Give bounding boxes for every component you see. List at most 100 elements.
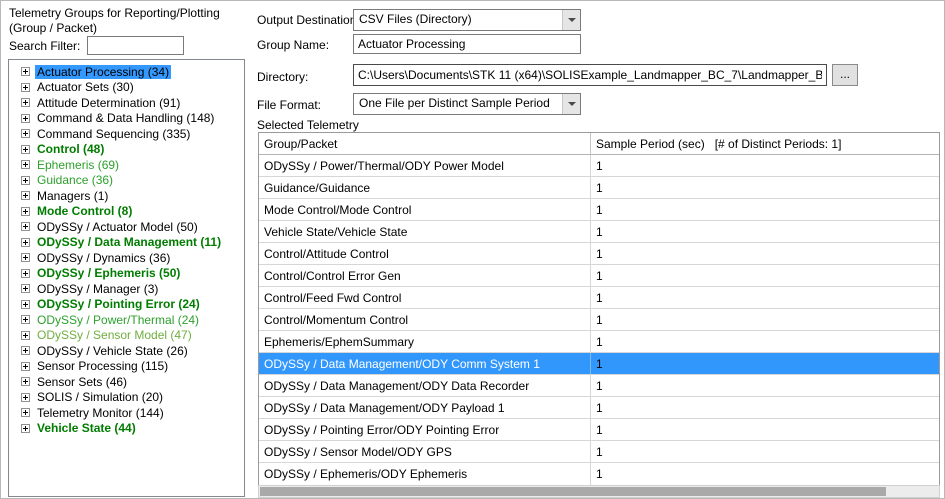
sample-period-cell[interactable]: 1 [591, 265, 939, 286]
tree-item-15[interactable]: ODySSy / Pointing Error (24) [9, 297, 244, 313]
sample-period-cell[interactable]: 1 [591, 309, 939, 330]
search-filter-input[interactable] [87, 36, 184, 55]
telemetry-group-tree[interactable]: Actuator Processing (34) Actuator Sets (… [8, 59, 245, 497]
expand-plus-icon[interactable] [21, 393, 30, 402]
tree-item-3[interactable]: Command & Data Handling (148) [9, 111, 244, 127]
sample-period-cell[interactable]: 1 [591, 331, 939, 352]
expand-plus-icon[interactable] [21, 253, 30, 262]
table-row-3[interactable]: Vehicle State/Vehicle State 1 [259, 221, 939, 243]
group-packet-cell[interactable]: Mode Control/Mode Control [259, 199, 591, 220]
table-row-7[interactable]: Control/Momentum Control 1 [259, 309, 939, 331]
expand-plus-icon[interactable] [21, 300, 30, 309]
group-packet-cell[interactable]: ODySSy / Data Management/ODY Data Record… [259, 375, 591, 396]
group-packet-cell[interactable]: Vehicle State/Vehicle State [259, 221, 591, 242]
expand-plus-icon[interactable] [21, 98, 30, 107]
chevron-down-icon[interactable] [562, 10, 580, 30]
group-packet-cell[interactable]: ODySSy / Data Management/ODY Comm System… [259, 353, 591, 374]
browse-button[interactable]: ... [832, 64, 858, 86]
tree-item-4[interactable]: Command Sequencing (335) [9, 126, 244, 142]
scrollbar-thumb[interactable] [260, 487, 886, 496]
expand-plus-icon[interactable] [21, 315, 30, 324]
tree-item-0[interactable]: Actuator Processing (34) [9, 64, 244, 80]
table-row-9[interactable]: ODySSy / Data Management/ODY Comm System… [259, 353, 939, 375]
sample-period-cell[interactable]: 1 [591, 397, 939, 418]
table-row-5[interactable]: Control/Control Error Gen 1 [259, 265, 939, 287]
tree-item-1[interactable]: Actuator Sets (30) [9, 80, 244, 96]
expand-plus-icon[interactable] [21, 191, 30, 200]
expand-plus-icon[interactable] [21, 331, 30, 340]
sample-period-cell[interactable]: 1 [591, 155, 939, 176]
tree-item-22[interactable]: Telemetry Monitor (144) [9, 405, 244, 421]
sample-period-column-header[interactable]: Sample Period (sec) [# of Distinct Perio… [591, 133, 939, 154]
expand-plus-icon[interactable] [21, 269, 30, 278]
tree-item-23[interactable]: Vehicle State (44) [9, 421, 244, 437]
tree-item-21[interactable]: SOLIS / Simulation (20) [9, 390, 244, 406]
group-packet-cell[interactable]: ODySSy / Sensor Model/ODY GPS [259, 441, 591, 462]
expand-plus-icon[interactable] [21, 377, 30, 386]
expand-plus-icon[interactable] [21, 176, 30, 185]
table-row-13[interactable]: ODySSy / Sensor Model/ODY GPS 1 [259, 441, 939, 463]
table-row-0[interactable]: ODySSy / Power/Thermal/ODY Power Model 1 [259, 155, 939, 177]
tree-item-14[interactable]: ODySSy / Manager (3) [9, 281, 244, 297]
group-packet-cell[interactable]: ODySSy / Power/Thermal/ODY Power Model [259, 155, 591, 176]
group-packet-cell[interactable]: Control/Momentum Control [259, 309, 591, 330]
tree-item-13[interactable]: ODySSy / Ephemeris (50) [9, 266, 244, 282]
table-row-4[interactable]: Control/Attitude Control 1 [259, 243, 939, 265]
sample-period-cell[interactable]: 1 [591, 221, 939, 242]
file-format-select[interactable]: One File per Distinct Sample Period [353, 93, 581, 115]
tree-item-18[interactable]: ODySSy / Vehicle State (26) [9, 343, 244, 359]
tree-item-17[interactable]: ODySSy / Sensor Model (47) [9, 328, 244, 344]
sample-period-cell[interactable]: 1 [591, 177, 939, 198]
expand-plus-icon[interactable] [21, 145, 30, 154]
tree-item-16[interactable]: ODySSy / Power/Thermal (24) [9, 312, 244, 328]
tree-item-10[interactable]: ODySSy / Actuator Model (50) [9, 219, 244, 235]
tree-item-2[interactable]: Attitude Determination (91) [9, 95, 244, 111]
tree-item-6[interactable]: Ephemeris (69) [9, 157, 244, 173]
sample-period-cell[interactable]: 1 [591, 375, 939, 396]
table-row-1[interactable]: Guidance/Guidance 1 [259, 177, 939, 199]
directory-input[interactable] [353, 64, 827, 86]
expand-plus-icon[interactable] [21, 207, 30, 216]
expand-plus-icon[interactable] [21, 238, 30, 247]
expand-plus-icon[interactable] [21, 222, 30, 231]
output-destination-select[interactable]: CSV Files (Directory) [353, 9, 581, 31]
group-packet-cell[interactable]: ODySSy / Data Management/ODY Payload 1 [259, 397, 591, 418]
group-packet-cell[interactable]: Guidance/Guidance [259, 177, 591, 198]
sample-period-cell[interactable]: 1 [591, 287, 939, 308]
sample-period-cell[interactable]: 1 [591, 243, 939, 264]
expand-plus-icon[interactable] [21, 408, 30, 417]
group-packet-cell[interactable]: Ephemeris/EphemSummary [259, 331, 591, 352]
group-packet-cell[interactable]: Control/Feed Fwd Control [259, 287, 591, 308]
expand-plus-icon[interactable] [21, 129, 30, 138]
sample-period-cell[interactable]: 1 [591, 441, 939, 462]
expand-plus-icon[interactable] [21, 114, 30, 123]
group-packet-cell[interactable]: Control/Attitude Control [259, 243, 591, 264]
expand-plus-icon[interactable] [21, 67, 30, 76]
tree-item-5[interactable]: Control (48) [9, 142, 244, 158]
table-row-10[interactable]: ODySSy / Data Management/ODY Data Record… [259, 375, 939, 397]
expand-plus-icon[interactable] [21, 424, 30, 433]
group-packet-column-header[interactable]: Group/Packet [259, 133, 591, 154]
tree-item-8[interactable]: Managers (1) [9, 188, 244, 204]
sample-period-cell[interactable]: 1 [591, 463, 939, 485]
expand-plus-icon[interactable] [21, 362, 30, 371]
tree-item-11[interactable]: ODySSy / Data Management (11) [9, 235, 244, 251]
group-packet-cell[interactable]: ODySSy / Pointing Error/ODY Pointing Err… [259, 419, 591, 440]
tree-item-7[interactable]: Guidance (36) [9, 173, 244, 189]
expand-plus-icon[interactable] [21, 346, 30, 355]
expand-plus-icon[interactable] [21, 83, 30, 92]
sample-period-cell[interactable]: 1 [591, 353, 939, 374]
group-name-input[interactable] [353, 34, 581, 54]
table-row-8[interactable]: Ephemeris/EphemSummary 1 [259, 331, 939, 353]
table-row-6[interactable]: Control/Feed Fwd Control 1 [259, 287, 939, 309]
tree-item-12[interactable]: ODySSy / Dynamics (36) [9, 250, 244, 266]
table-row-14[interactable]: ODySSy / Ephemeris/ODY Ephemeris 1 [259, 463, 939, 485]
tree-item-9[interactable]: Mode Control (8) [9, 204, 244, 220]
table-row-11[interactable]: ODySSy / Data Management/ODY Payload 1 1 [259, 397, 939, 419]
horizontal-scrollbar[interactable] [258, 485, 940, 498]
table-row-12[interactable]: ODySSy / Pointing Error/ODY Pointing Err… [259, 419, 939, 441]
sample-period-cell[interactable]: 1 [591, 199, 939, 220]
expand-plus-icon[interactable] [21, 284, 30, 293]
group-packet-cell[interactable]: ODySSy / Ephemeris/ODY Ephemeris [259, 463, 591, 485]
tree-item-19[interactable]: Sensor Processing (115) [9, 359, 244, 375]
